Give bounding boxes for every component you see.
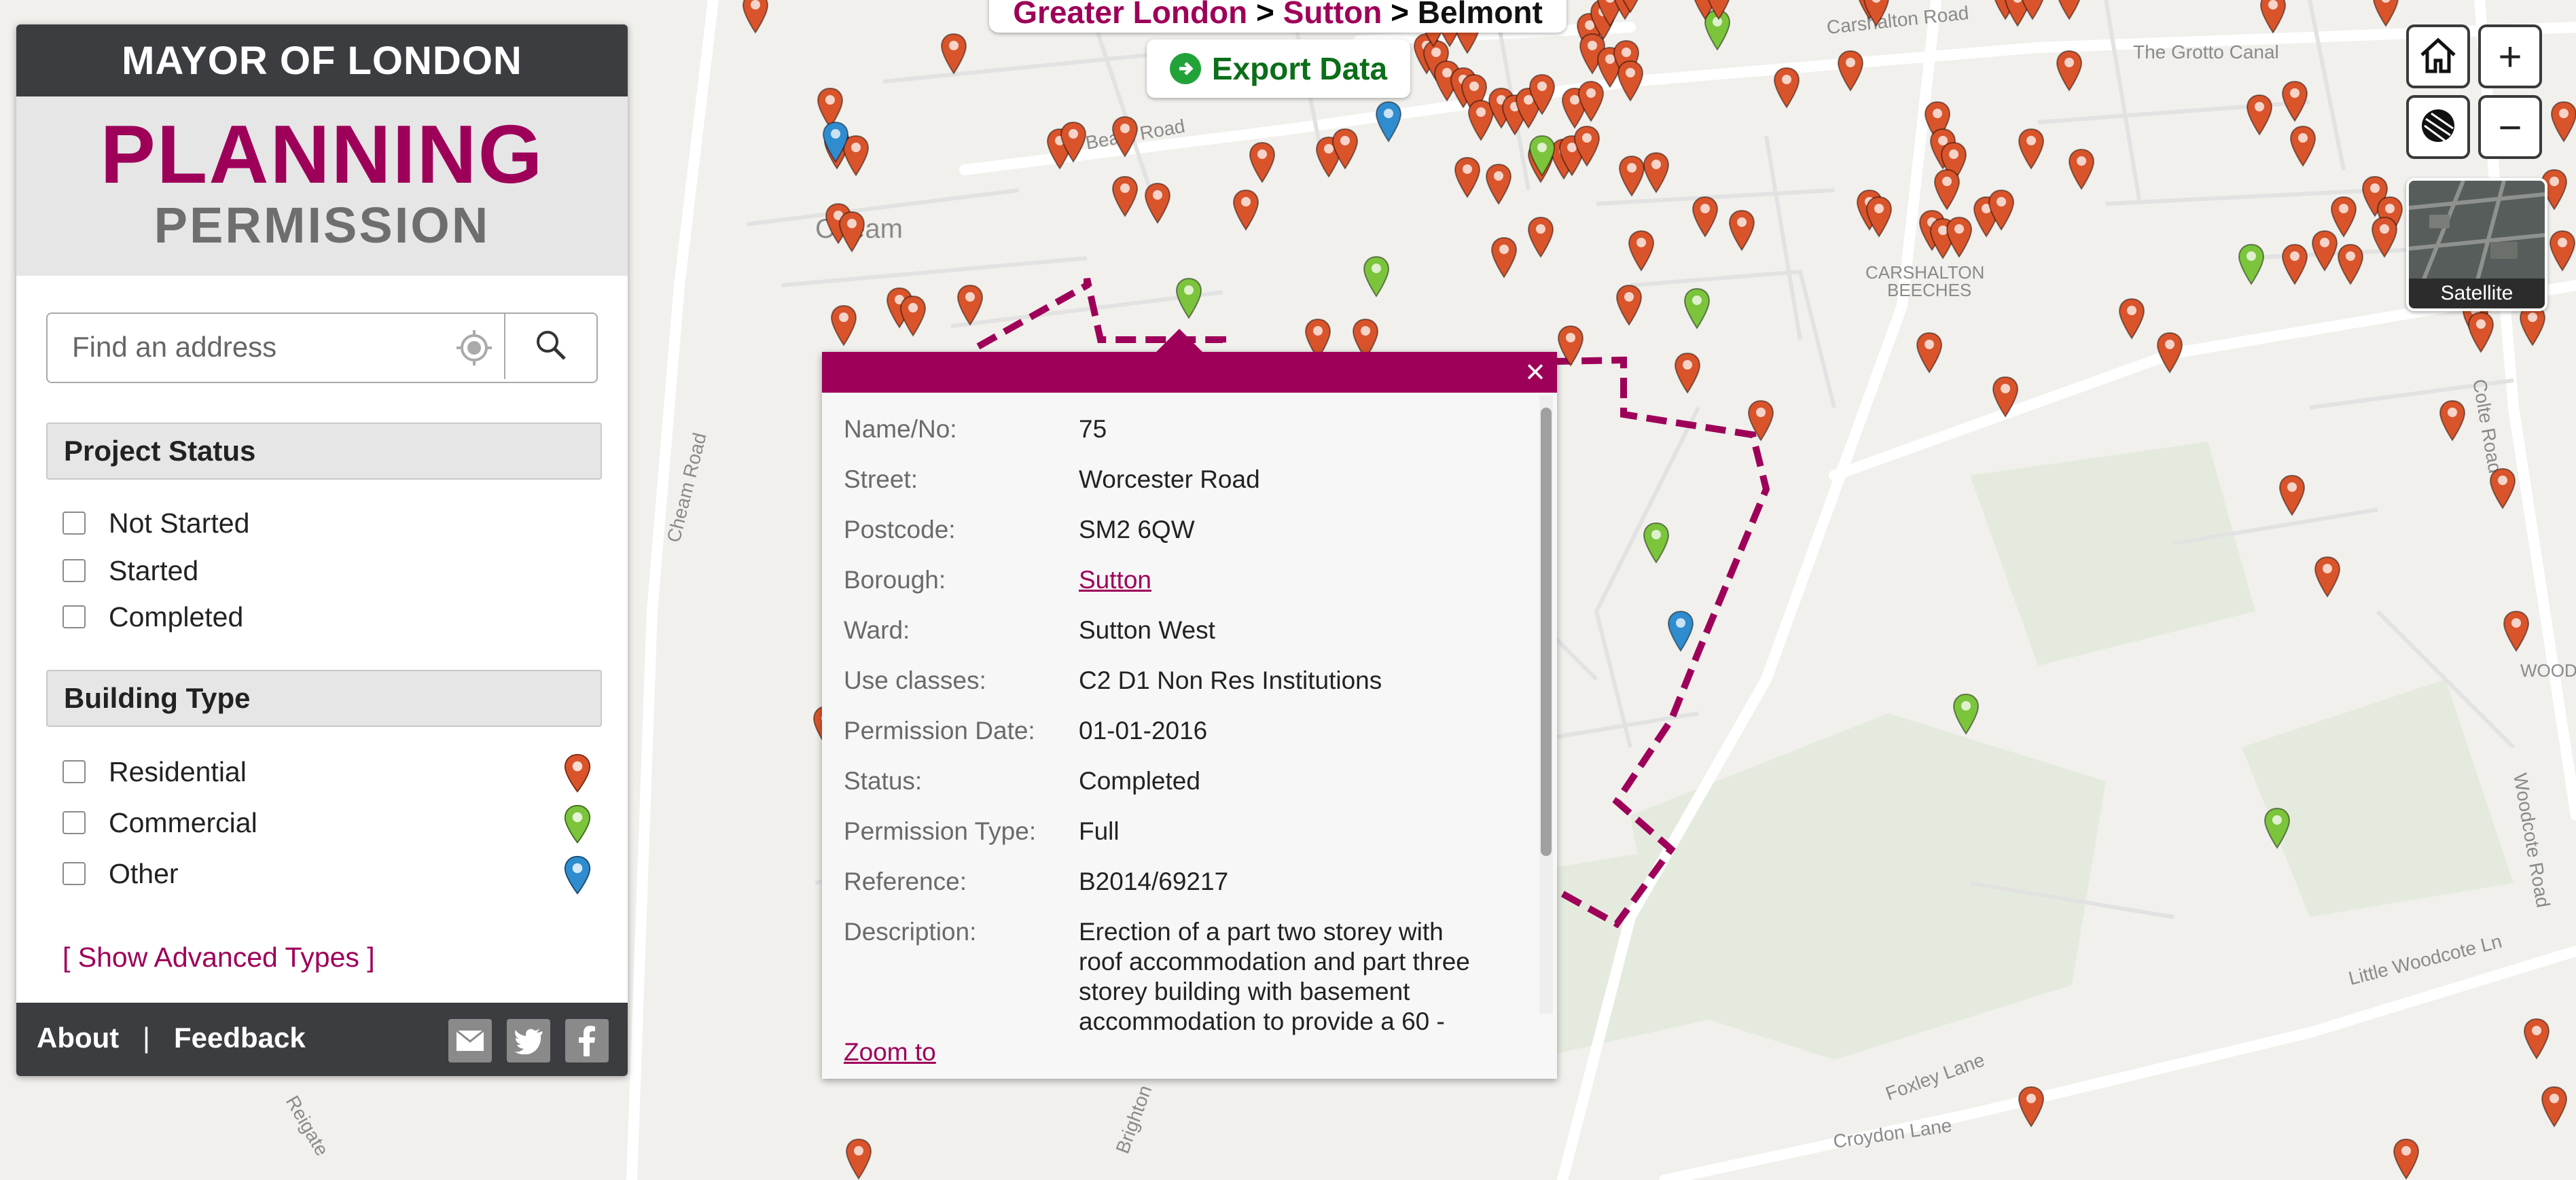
address-search-input[interactable] — [48, 314, 467, 380]
filter-label: Not Started — [109, 507, 250, 539]
filter-started[interactable]: Started — [62, 550, 198, 591]
arrow-right-icon — [1169, 53, 1201, 84]
field-value: 75 — [1079, 415, 1107, 443]
satellite-label: Satellite — [2409, 279, 2545, 308]
checkbox[interactable] — [62, 559, 86, 582]
borough-link[interactable]: Sutton — [1079, 565, 1527, 595]
basemap-toggle-button[interactable] — [2406, 95, 2470, 159]
address-search — [46, 312, 598, 383]
filter-completed[interactable]: Completed — [62, 596, 243, 637]
popup-pointer — [1155, 329, 1204, 353]
filter-label: Residential — [109, 755, 247, 787]
filter-label: Commercial — [109, 806, 257, 838]
field-value: SM2 6QW — [1079, 516, 1195, 543]
filter-not-started[interactable]: Not Started — [62, 503, 249, 543]
app-title: PLANNING PERMISSION — [16, 96, 628, 276]
filter-commercial[interactable]: Commercial — [62, 802, 257, 843]
field-key: Status: — [844, 767, 923, 795]
field-key: Postcode: — [844, 516, 956, 543]
project-status-heading[interactable]: Project Status — [46, 423, 602, 480]
basemap-toggle-icon — [2418, 105, 2458, 149]
field-value: B2014/69217 — [1079, 868, 1229, 895]
field-value: Completed — [1079, 767, 1200, 795]
description-line: roof accommodation and part three — [1079, 948, 1470, 976]
svg-text:WOODCOTE: WOODCOTE — [2520, 660, 2576, 681]
field-key: Name/No: — [844, 415, 957, 443]
field-key: Description: — [844, 918, 977, 946]
field-value: 01-01-2016 — [1079, 717, 1208, 745]
home-icon — [2418, 35, 2458, 79]
show-advanced-types-link[interactable]: [ Show Advanced Types ] — [62, 942, 375, 973]
field-key: Ward: — [844, 616, 910, 644]
field-value: Erection of a part two storey with roof … — [1079, 917, 1527, 1037]
filter-residential[interactable]: Residential — [62, 751, 247, 792]
search-button[interactable] — [504, 314, 596, 379]
breadcrumb-sutton[interactable]: Sutton — [1283, 0, 1382, 30]
building-type-heading[interactable]: Building Type — [46, 670, 602, 727]
field-key: Street: — [844, 465, 918, 493]
field-key: Use classes: — [844, 666, 986, 694]
checkbox[interactable] — [62, 512, 86, 535]
feedback-link[interactable]: Feedback — [174, 1022, 306, 1054]
export-data-button[interactable]: Export Data — [1147, 39, 1410, 98]
description-line: accommodation to provide a 60 - — [1079, 1007, 1445, 1035]
description-line: storey building with basement — [1079, 978, 1410, 1005]
field-value: C2 D1 Non Res Institutions — [1079, 666, 1382, 694]
app-title-permission: PERMISSION — [154, 197, 490, 253]
home-button[interactable] — [2406, 24, 2470, 88]
panel-footer: About | Feedback — [16, 1003, 628, 1076]
scrollbar-thumb[interactable] — [1541, 408, 1552, 856]
zoom-in-button[interactable]: + — [2478, 24, 2542, 88]
email-icon[interactable] — [448, 1019, 492, 1062]
breadcrumb-belmont: Belmont — [1417, 0, 1543, 30]
residential-pin-icon — [564, 753, 591, 793]
checkbox[interactable] — [62, 862, 86, 885]
twitter-icon[interactable] — [507, 1019, 550, 1062]
satellite-thumbnail — [2409, 181, 2545, 284]
zoom-out-button[interactable]: − — [2478, 95, 2542, 159]
breadcrumb: Greater London > Sutton > Belmont — [989, 0, 1567, 33]
close-icon[interactable]: × — [1519, 355, 1552, 389]
breadcrumb-greater-london[interactable]: Greater London — [1013, 0, 1247, 30]
export-data-label: Export Data — [1211, 51, 1388, 86]
filter-other[interactable]: Other — [62, 853, 179, 894]
svg-text:BEECHES: BEECHES — [1887, 280, 1971, 300]
field-key: Reference: — [844, 868, 967, 895]
search-icon — [534, 328, 568, 365]
checkbox[interactable] — [62, 760, 86, 783]
about-link[interactable]: About — [37, 1022, 119, 1054]
commercial-pin-icon — [564, 804, 591, 844]
app-title-planning: PLANNING — [100, 108, 544, 200]
filter-label: Other — [109, 857, 179, 889]
description-line: Erection of a part two storey with — [1079, 918, 1444, 946]
field-value: Worcester Road — [1079, 465, 1260, 493]
other-pin-icon — [564, 855, 591, 895]
side-panel: MAYOR OF LONDON PLANNING PERMISSION Proj… — [16, 24, 628, 1076]
popup-scrollbar[interactable] — [1539, 395, 1553, 1014]
mayor-of-london-header: MAYOR OF LONDON — [16, 24, 628, 96]
feature-popup: × Name/No: 75 Street: Worcester Road Postcod… — [822, 329, 1557, 1079]
zoom-to-link[interactable]: Zoom to — [844, 1038, 936, 1067]
facebook-icon[interactable] — [565, 1019, 609, 1062]
svg-text:The Grotto Canal: The Grotto Canal — [2133, 41, 2279, 62]
filter-label: Started — [109, 554, 199, 586]
checkbox[interactable] — [62, 605, 86, 628]
field-key: Permission Type: — [844, 817, 1037, 845]
field-value: Sutton West — [1079, 616, 1215, 644]
field-value: Full — [1079, 817, 1120, 845]
field-key: Permission Date: — [844, 717, 1035, 745]
breadcrumb-separator: > — [1391, 0, 1409, 30]
locate-me-icon[interactable] — [455, 329, 493, 367]
filter-label: Completed — [109, 601, 244, 632]
checkbox[interactable] — [62, 811, 86, 834]
satellite-toggle[interactable]: Satellite — [2406, 178, 2547, 311]
popup-header: × — [822, 352, 1557, 393]
footer-separator: | — [143, 1022, 150, 1054]
field-key: Borough: — [844, 566, 946, 594]
breadcrumb-separator: > — [1256, 0, 1274, 30]
